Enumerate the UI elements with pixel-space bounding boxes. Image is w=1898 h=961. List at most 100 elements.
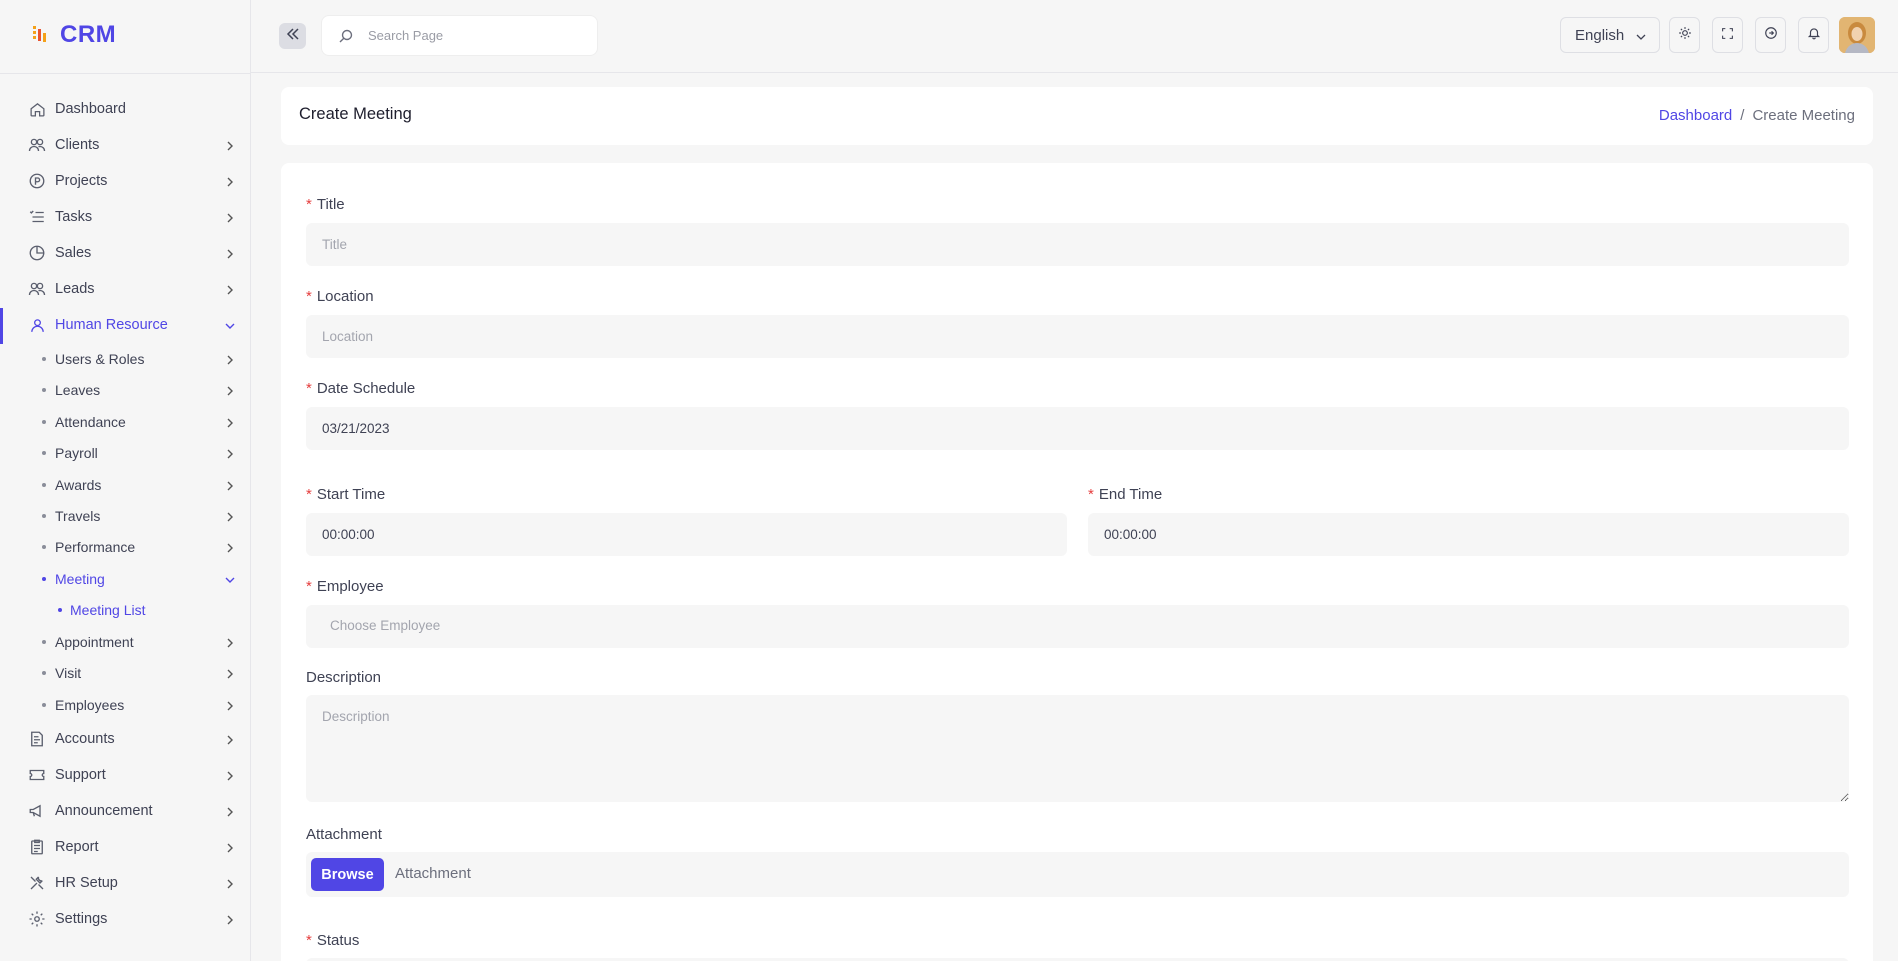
chevron-right-icon xyxy=(224,283,236,295)
bullet-dot xyxy=(42,357,46,361)
sidebar-subitem-attendance[interactable]: Attendance xyxy=(0,408,251,436)
chevron-right-icon xyxy=(224,211,236,223)
bullet-dot xyxy=(58,608,62,612)
sidebar-subitem-visit[interactable]: Visit xyxy=(0,659,251,687)
gear-icon xyxy=(27,909,47,929)
sidebar-item-leads[interactable]: Leads xyxy=(0,271,251,307)
sidebar-item-accounts[interactable]: Accounts xyxy=(0,721,251,757)
breadcrumb-link-dashboard[interactable]: Dashboard xyxy=(1659,107,1732,124)
arrow-circle-icon xyxy=(1764,26,1778,44)
sidebar-subitem-label: Travels xyxy=(55,508,101,524)
sidebar-subitem-travels[interactable]: Travels xyxy=(0,502,251,530)
bullet-dot xyxy=(42,483,46,487)
sun-icon xyxy=(1678,26,1692,44)
required-mark: * xyxy=(306,196,312,213)
sidebar-item-tasks[interactable]: Tasks xyxy=(0,199,251,235)
chevron-down-icon xyxy=(224,573,236,585)
sidebar-item-dashboard[interactable]: Dashboard xyxy=(0,91,251,127)
users-icon xyxy=(27,279,47,299)
sidebar-subitem-leaves[interactable]: Leaves xyxy=(0,376,251,404)
notifications-button[interactable] xyxy=(1798,17,1829,53)
ticket-icon xyxy=(27,765,47,785)
bullet-dot xyxy=(42,545,46,549)
date-schedule-label: * Date Schedule xyxy=(306,380,416,397)
sidebar-item-announcement[interactable]: Announcement xyxy=(0,793,251,829)
sidebar-subitem-meeting[interactable]: Meeting xyxy=(0,565,251,593)
sidebar-item-hr-setup[interactable]: HR Setup xyxy=(0,865,251,901)
chevron-right-icon xyxy=(224,384,236,396)
end-time-input[interactable] xyxy=(1088,513,1849,556)
sidebar-subitem-performance[interactable]: Performance xyxy=(0,533,251,561)
quick-action-button[interactable] xyxy=(1755,17,1786,53)
sidebar-subitem-label: Performance xyxy=(55,539,136,555)
search-input[interactable] xyxy=(368,16,588,55)
sidebar-item-clients[interactable]: Clients xyxy=(0,127,251,163)
fullscreen-button[interactable] xyxy=(1712,17,1743,53)
title-label: * Title xyxy=(306,196,345,213)
sidebar-subitem-label: Payroll xyxy=(55,445,98,461)
status-label: * Status xyxy=(306,932,360,949)
chevron-down-icon xyxy=(224,319,236,331)
collapse-sidebar-button[interactable] xyxy=(279,23,306,49)
breadcrumb: Dashboard / Create Meeting xyxy=(1659,107,1855,124)
sidebar-subitem-meeting-list[interactable]: Meeting List xyxy=(0,597,251,623)
tools-icon xyxy=(27,873,47,893)
sidebar-subitem-appointment[interactable]: Appointment xyxy=(0,628,251,656)
sidebar-item-support[interactable]: Support xyxy=(0,757,251,793)
chevron-right-icon xyxy=(224,841,236,853)
sidebar-item-label: Support xyxy=(55,767,106,783)
bullet-dot xyxy=(42,640,46,644)
bullet-dot xyxy=(42,388,46,392)
required-mark: * xyxy=(306,932,312,949)
users-icon xyxy=(27,135,47,155)
chevron-right-icon xyxy=(224,353,236,365)
sidebar-subitem-label: Employees xyxy=(55,697,125,713)
search-box xyxy=(321,15,598,56)
chevron-right-icon xyxy=(224,805,236,817)
chevron-right-icon xyxy=(224,479,236,491)
create-meeting-form: *Title *Location *Date Schedule *Start T… xyxy=(281,163,1873,961)
sidebar-subitem-payroll[interactable]: Payroll xyxy=(0,439,251,467)
employee-select[interactable]: Choose Employee xyxy=(306,605,1849,648)
start-time-input[interactable] xyxy=(306,513,1067,556)
sidebar-item-label: Leads xyxy=(55,281,95,297)
date-schedule-input[interactable] xyxy=(306,407,1849,450)
sidebar-subitem-label: Meeting List xyxy=(70,602,146,618)
required-mark: * xyxy=(306,486,312,503)
language-select[interactable]: English xyxy=(1560,17,1660,53)
sidebar-subitem-label: Leaves xyxy=(55,382,101,398)
sidebar-item-human-resource[interactable]: Human Resource xyxy=(0,307,251,343)
invoice-icon xyxy=(27,729,47,749)
end-time-label: * End Time xyxy=(1088,486,1163,503)
attachment-file-name: Attachment xyxy=(395,865,471,882)
search-icon xyxy=(338,28,354,44)
sidebar-subitem-label: Visit xyxy=(55,665,82,681)
sidebar-subitem-awards[interactable]: Awards xyxy=(0,471,251,499)
theme-toggle-button[interactable] xyxy=(1669,17,1700,53)
description-textarea[interactable] xyxy=(306,695,1849,802)
sidebar-item-label: Tasks xyxy=(55,209,93,225)
home-icon xyxy=(27,99,47,119)
sidebar-subitem-users-roles[interactable]: Users & Roles xyxy=(0,345,251,373)
sidebar-item-projects[interactable]: Projects xyxy=(0,163,251,199)
avatar[interactable] xyxy=(1839,17,1875,53)
sidebar-item-settings[interactable]: Settings xyxy=(0,901,251,937)
sidebar-item-label: Accounts xyxy=(55,731,115,747)
browse-button[interactable]: Browse xyxy=(311,858,384,891)
sidebar-item-sales[interactable]: Sales xyxy=(0,235,251,271)
sidebar-subitem-label: Meeting xyxy=(55,571,105,587)
location-input[interactable] xyxy=(306,315,1849,358)
sidebar-item-label: Projects xyxy=(55,173,108,189)
chevron-right-icon xyxy=(224,247,236,259)
sidebar-item-label: HR Setup xyxy=(55,875,118,891)
sidebar-item-label: Report xyxy=(55,839,99,855)
sidebar-item-label: Settings xyxy=(55,911,108,927)
bullet-dot xyxy=(42,703,46,707)
sidebar-item-report[interactable]: Report xyxy=(0,829,251,865)
employee-label: * Employee xyxy=(306,578,384,595)
title-input[interactable] xyxy=(306,223,1849,266)
list-check-icon xyxy=(27,207,47,227)
bullet-dot xyxy=(42,420,46,424)
brand-logo[interactable]: CRM xyxy=(30,20,116,50)
sidebar-subitem-employees[interactable]: Employees xyxy=(0,691,251,719)
